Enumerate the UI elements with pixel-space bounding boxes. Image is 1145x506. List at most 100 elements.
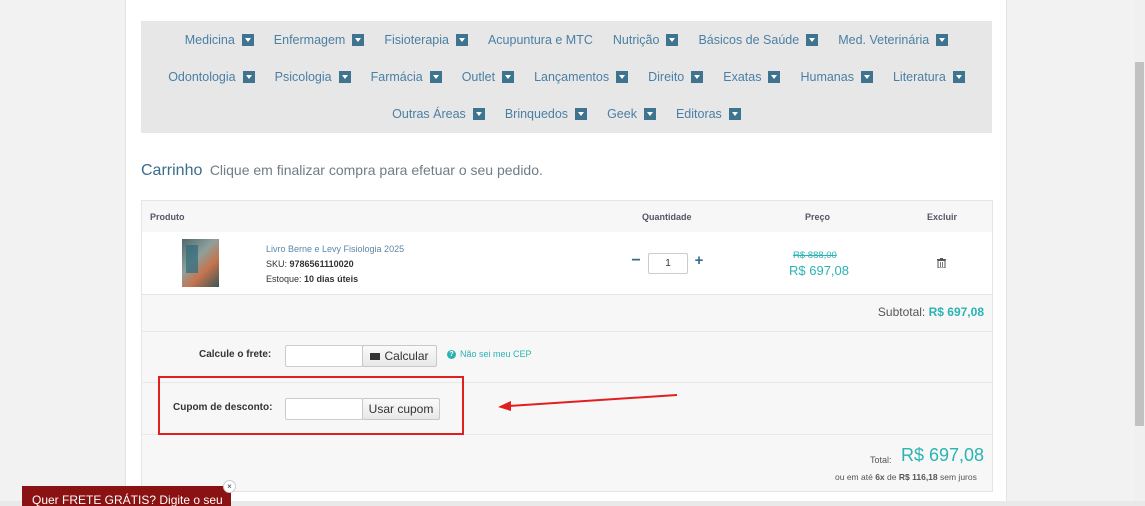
- chevron-down-icon[interactable]: [338, 71, 351, 83]
- chevron-down-icon[interactable]: [575, 108, 588, 120]
- close-icon[interactable]: ×: [223, 480, 236, 493]
- annotation-arrow-icon: [498, 394, 678, 411]
- nav-item-label: Odontologia: [168, 70, 236, 84]
- nav-item-básicos-de-saúde[interactable]: Básicos de Saúde: [698, 33, 819, 47]
- nav-item-humanas[interactable]: Humanas: [800, 70, 873, 84]
- subtotal: Subtotal: R$ 697,08: [878, 305, 984, 319]
- header-product: Produto: [150, 212, 185, 222]
- stock-value: 10 dias úteis: [304, 274, 359, 284]
- total-label: Total:: [870, 455, 892, 465]
- nav-item-label: Nutrição: [612, 33, 660, 47]
- nav-item-label: Psicologia: [274, 70, 332, 84]
- nav-item-label: Medicina: [184, 33, 235, 47]
- chevron-down-icon[interactable]: [806, 34, 819, 46]
- nav-item-med-veterinária[interactable]: Med. Veterinária: [838, 33, 949, 47]
- nav-item-fisioterapia[interactable]: Fisioterapia: [384, 33, 468, 47]
- nav-item-label: Geek: [607, 107, 637, 121]
- product-sku: SKU: 9786561110020: [266, 259, 354, 269]
- quantity-decrease-button[interactable]: −: [630, 253, 642, 270]
- cep-help-link[interactable]: ? Não sei meu CEP: [447, 349, 532, 359]
- nav-item-label: Acupuntura e MTC: [487, 33, 593, 47]
- nav-item-geek[interactable]: Geek: [607, 107, 656, 121]
- nav-item-label: Básicos de Saúde: [698, 33, 800, 47]
- sku-label: SKU:: [266, 259, 288, 269]
- cart-title: Carrinho: [141, 162, 203, 179]
- chevron-down-icon[interactable]: [616, 71, 629, 83]
- cep-help-text: Não sei meu CEP: [460, 349, 532, 359]
- nav-item-label: Literatura: [892, 70, 946, 84]
- price-current: R$ 697,08: [789, 263, 849, 278]
- nav-item-outras-áreas[interactable]: Outras Áreas: [392, 107, 485, 121]
- price-original: R$ 888,00: [793, 250, 837, 261]
- nav-item-brinquedos[interactable]: Brinquedos: [505, 107, 588, 121]
- chevron-down-icon[interactable]: [691, 71, 704, 83]
- quantity-increase-button[interactable]: +: [693, 253, 705, 269]
- chevron-down-icon[interactable]: [455, 34, 468, 46]
- nav-item-psicologia[interactable]: Psicologia: [275, 70, 351, 84]
- free-shipping-banner[interactable]: Quer FRETE GRÁTIS? Digite o seu: [22, 486, 231, 506]
- nav-item-label: Exatas: [723, 70, 762, 84]
- stock-label: Estoque:: [266, 274, 302, 284]
- installments-count: 6x: [875, 472, 885, 482]
- nav-item-outlet[interactable]: Outlet: [462, 70, 515, 84]
- page-title: Carrinho Clique em finalizar compra para…: [141, 162, 543, 180]
- nav-item-exatas[interactable]: Exatas: [723, 70, 781, 84]
- annotation-highlight-box: [158, 376, 464, 435]
- product-name-link[interactable]: Livro Berne e Levy Fisiologia 2025: [266, 244, 404, 254]
- nav-item-farmácia[interactable]: Farmácia: [371, 70, 442, 84]
- scrollbar-thumb[interactable]: [1135, 62, 1144, 426]
- installments-mid: de: [887, 472, 897, 482]
- product-stock: Estoque: 10 dias úteis: [266, 274, 358, 284]
- nav-item-literatura[interactable]: Literatura: [893, 70, 965, 84]
- nav-row-2: Odontologia Psicologia Farmácia Outlet Lança…: [141, 67, 992, 87]
- installments-prefix: ou em até: [835, 472, 873, 482]
- chevron-down-icon[interactable]: [952, 71, 965, 83]
- nav-item-lançamentos[interactable]: Lançamentos: [534, 70, 629, 84]
- quantity-input[interactable]: 1: [648, 253, 688, 274]
- nav-item-label: Farmácia: [370, 70, 423, 84]
- nav-item-editoras[interactable]: Editoras: [676, 107, 741, 121]
- calculate-shipping-button[interactable]: Calcular: [362, 345, 437, 367]
- nav-item-medicina[interactable]: Medicina: [185, 33, 254, 47]
- chevron-down-icon[interactable]: [860, 71, 873, 83]
- chevron-down-icon[interactable]: [768, 71, 781, 83]
- nav-item-label: Direito: [648, 70, 685, 84]
- chevron-down-icon[interactable]: [241, 34, 254, 46]
- nav-item-label: Editoras: [675, 107, 722, 121]
- shipping-label: Calcule o frete:: [199, 349, 272, 360]
- cart-item-row: Livro Berne e Levy Fisiologia 2025 SKU: …: [142, 232, 992, 295]
- nav-row-1: Medicina Enfermagem Fisioterapia Acupuntura…: [141, 30, 992, 50]
- chevron-down-icon[interactable]: [936, 34, 949, 46]
- cep-input[interactable]: [285, 345, 363, 367]
- chevron-down-icon[interactable]: [643, 108, 656, 120]
- scrollbar[interactable]: [1134, 0, 1145, 506]
- chevron-down-icon[interactable]: [728, 108, 741, 120]
- chevron-down-icon[interactable]: [666, 34, 679, 46]
- chevron-down-icon[interactable]: [352, 34, 365, 46]
- nav-row-3: Outras Áreas Brinquedos Geek Editoras: [141, 104, 992, 124]
- chevron-down-icon[interactable]: [429, 71, 442, 83]
- nav-item-nutrição[interactable]: Nutrição: [613, 33, 679, 47]
- sku-value: 9786561110020: [289, 259, 354, 269]
- header-price: Preço: [805, 212, 831, 222]
- total-value: R$ 697,08: [901, 445, 985, 465]
- nav-item-acupuntura-e-mtc[interactable]: Acupuntura e MTC: [488, 33, 593, 47]
- product-cover-image[interactable]: [182, 239, 219, 287]
- question-icon: ?: [447, 349, 456, 359]
- nav-item-label: Med. Veterinária: [838, 33, 930, 47]
- chevron-down-icon[interactable]: [472, 108, 485, 120]
- cart-subtitle: Clique em finalizar compra para efetuar …: [209, 162, 543, 178]
- nav-item-odontologia[interactable]: Odontologia: [168, 70, 255, 84]
- nav-item-direito[interactable]: Direito: [648, 70, 704, 84]
- chevron-down-icon[interactable]: [242, 71, 255, 83]
- header-remove: Excluir: [927, 212, 958, 222]
- nav-item-label: Enfermagem: [273, 33, 346, 47]
- divider: [142, 331, 992, 332]
- nav-item-label: Lançamentos: [534, 70, 610, 84]
- subtotal-value: R$ 697,08: [928, 305, 984, 319]
- calculate-label: Calcular: [384, 349, 429, 363]
- chevron-down-icon[interactable]: [502, 71, 515, 83]
- installments-info: ou em até 6x de R$ 116,18 sem juros: [835, 472, 977, 482]
- trash-icon[interactable]: [937, 258, 946, 268]
- nav-item-enfermagem[interactable]: Enfermagem: [274, 33, 365, 47]
